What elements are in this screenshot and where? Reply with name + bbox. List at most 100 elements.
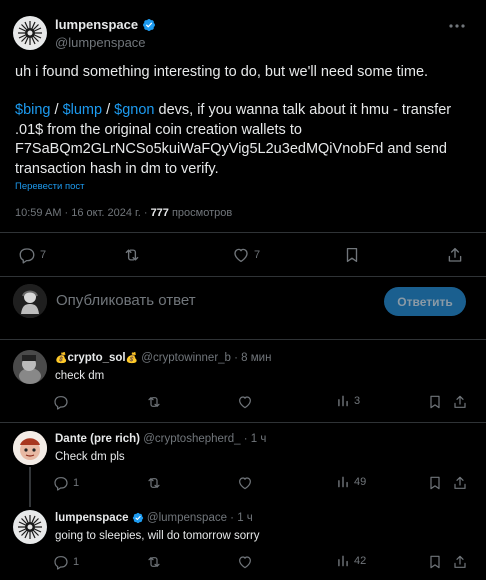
user-photo-icon	[13, 350, 47, 384]
cashtag-gnon[interactable]: $gnon	[114, 102, 154, 118]
sun-logo-icon	[16, 513, 44, 541]
reply-handle-time[interactable]: @cryptoshepherd_ · 1 ч	[143, 433, 266, 445]
reply-icon	[54, 477, 68, 491]
divider	[0, 276, 486, 277]
tweet-text-line5: transaction hash in dm to verify.	[15, 160, 219, 177]
bookmark-button[interactable]	[427, 394, 443, 410]
like-button[interactable]: 7	[232, 246, 260, 264]
divider	[0, 232, 486, 233]
bookmark-icon	[430, 395, 440, 409]
more-options-button[interactable]	[447, 16, 467, 41]
like-button[interactable]	[237, 554, 253, 570]
views-label: просмотров	[168, 207, 233, 219]
bookmark-button[interactable]	[343, 246, 361, 264]
divider	[0, 422, 486, 423]
reply-text: Check dm pls	[55, 451, 125, 463]
reply-count: 1	[73, 477, 80, 489]
bar-chart-icon	[338, 395, 348, 407]
views-button[interactable]: 49	[336, 475, 366, 489]
bookmark-icon	[430, 555, 440, 569]
reply-author-name[interactable]: crypto_sol	[67, 352, 125, 364]
like-count: 7	[254, 249, 261, 261]
tweet-meta: 10:59 AM · 16 окт. 2024 г. · 777 просмот…	[15, 207, 232, 219]
views-count: 3	[354, 395, 361, 407]
retweet-icon	[148, 557, 160, 567]
cashtag-lump[interactable]: $lump	[63, 102, 103, 118]
reply-text: going to sleepies, will do tomorrow sorr…	[55, 530, 260, 542]
views-count: 49	[354, 476, 367, 488]
reply-button[interactable]: 7	[18, 246, 46, 264]
retweet-button[interactable]	[145, 554, 163, 570]
bookmark-icon	[430, 476, 440, 490]
reply-avatar[interactable]	[13, 510, 47, 544]
heart-icon	[239, 396, 251, 409]
retweet-icon	[148, 478, 160, 488]
like-button[interactable]	[237, 394, 253, 410]
reply-icon	[54, 396, 68, 410]
share-icon	[454, 476, 466, 489]
reply-handle-time[interactable]: @cryptowinner_b · 8 мин	[141, 352, 271, 364]
submit-reply-button[interactable]: Ответить	[384, 287, 466, 316]
cashtag-bing[interactable]: $bing	[15, 102, 50, 118]
ellipsis-icon	[449, 24, 465, 28]
bar-chart-icon	[338, 555, 348, 567]
bookmark-button[interactable]	[427, 475, 443, 491]
bookmark-button[interactable]	[427, 554, 443, 570]
translate-post-link[interactable]: Перевести пост	[15, 181, 84, 192]
verified-badge-icon	[132, 512, 143, 524]
bar-chart-icon	[338, 476, 348, 488]
heart-icon	[239, 556, 251, 569]
author-name[interactable]: lumpenspace	[55, 17, 138, 32]
reply-icon	[54, 556, 68, 570]
share-button[interactable]	[452, 475, 468, 491]
share-icon	[454, 395, 466, 408]
views-button[interactable]: 42	[336, 554, 366, 568]
reply-count: 1	[73, 556, 80, 568]
reply-avatar[interactable]	[13, 350, 47, 384]
reply-input[interactable]: Опубликовать ответ	[56, 292, 366, 314]
reply-avatar[interactable]	[13, 431, 47, 465]
retweet-button[interactable]	[145, 394, 163, 410]
reply-icon	[19, 248, 35, 264]
tweet-body: $bing / $lump / $gnon devs, if you wanna…	[15, 101, 451, 179]
reply-handle-time[interactable]: @lumpenspace · 1 ч	[147, 512, 253, 524]
tweet-text-line3: .01$ from the original coin creation wal…	[15, 121, 302, 138]
verified-badge-icon	[142, 19, 155, 31]
reply-author-name[interactable]: Dante (pre rich)	[55, 433, 140, 445]
heart-icon	[239, 477, 251, 490]
views-button[interactable]: 3	[336, 394, 360, 408]
user-photo-icon	[13, 284, 47, 318]
author-handle[interactable]: @lumpenspace	[55, 35, 146, 50]
author-avatar[interactable]	[13, 16, 47, 50]
sun-logo-icon	[16, 19, 44, 47]
reply-author-name[interactable]: lumpenspace	[55, 512, 129, 524]
reply-placeholder: Опубликовать ответ	[56, 292, 196, 309]
reply-button[interactable]: 1	[53, 554, 79, 570]
bookmark-icon	[346, 247, 358, 263]
share-icon	[448, 247, 462, 262]
tweet-text-line2: devs, if you wanna talk about it hmu - t…	[154, 102, 452, 118]
views-count: 777	[150, 207, 169, 219]
share-button[interactable]	[452, 394, 468, 410]
retweet-button[interactable]	[122, 246, 142, 264]
share-icon	[454, 555, 466, 568]
tweet-text-line4: F7SaBQm2GLrNCSo5kuiWaFQyVig5L2u3edMQiVno…	[15, 141, 447, 157]
tweet-timestamp[interactable]: 10:59 AM · 16 окт. 2024 г. ·	[15, 207, 151, 219]
reply-button[interactable]: 1	[53, 475, 79, 491]
share-button[interactable]	[452, 554, 468, 570]
moneybag-emoji-icon: 💰	[125, 353, 139, 364]
thread-line	[29, 467, 31, 507]
my-avatar[interactable]	[13, 284, 47, 318]
share-button[interactable]	[446, 246, 464, 264]
like-button[interactable]	[237, 475, 253, 491]
retweet-button[interactable]	[145, 475, 163, 491]
retweet-icon	[125, 249, 139, 261]
retweet-icon	[148, 397, 160, 407]
reply-button[interactable]	[53, 394, 73, 410]
moneybag-emoji-icon: 💰	[55, 353, 68, 364]
heart-icon	[234, 248, 248, 263]
reply-count: 7	[40, 249, 47, 261]
user-photo-icon	[13, 431, 47, 465]
tweet-text-line1: uh i found something interesting to do, …	[15, 64, 429, 80]
views-count: 42	[354, 555, 367, 567]
